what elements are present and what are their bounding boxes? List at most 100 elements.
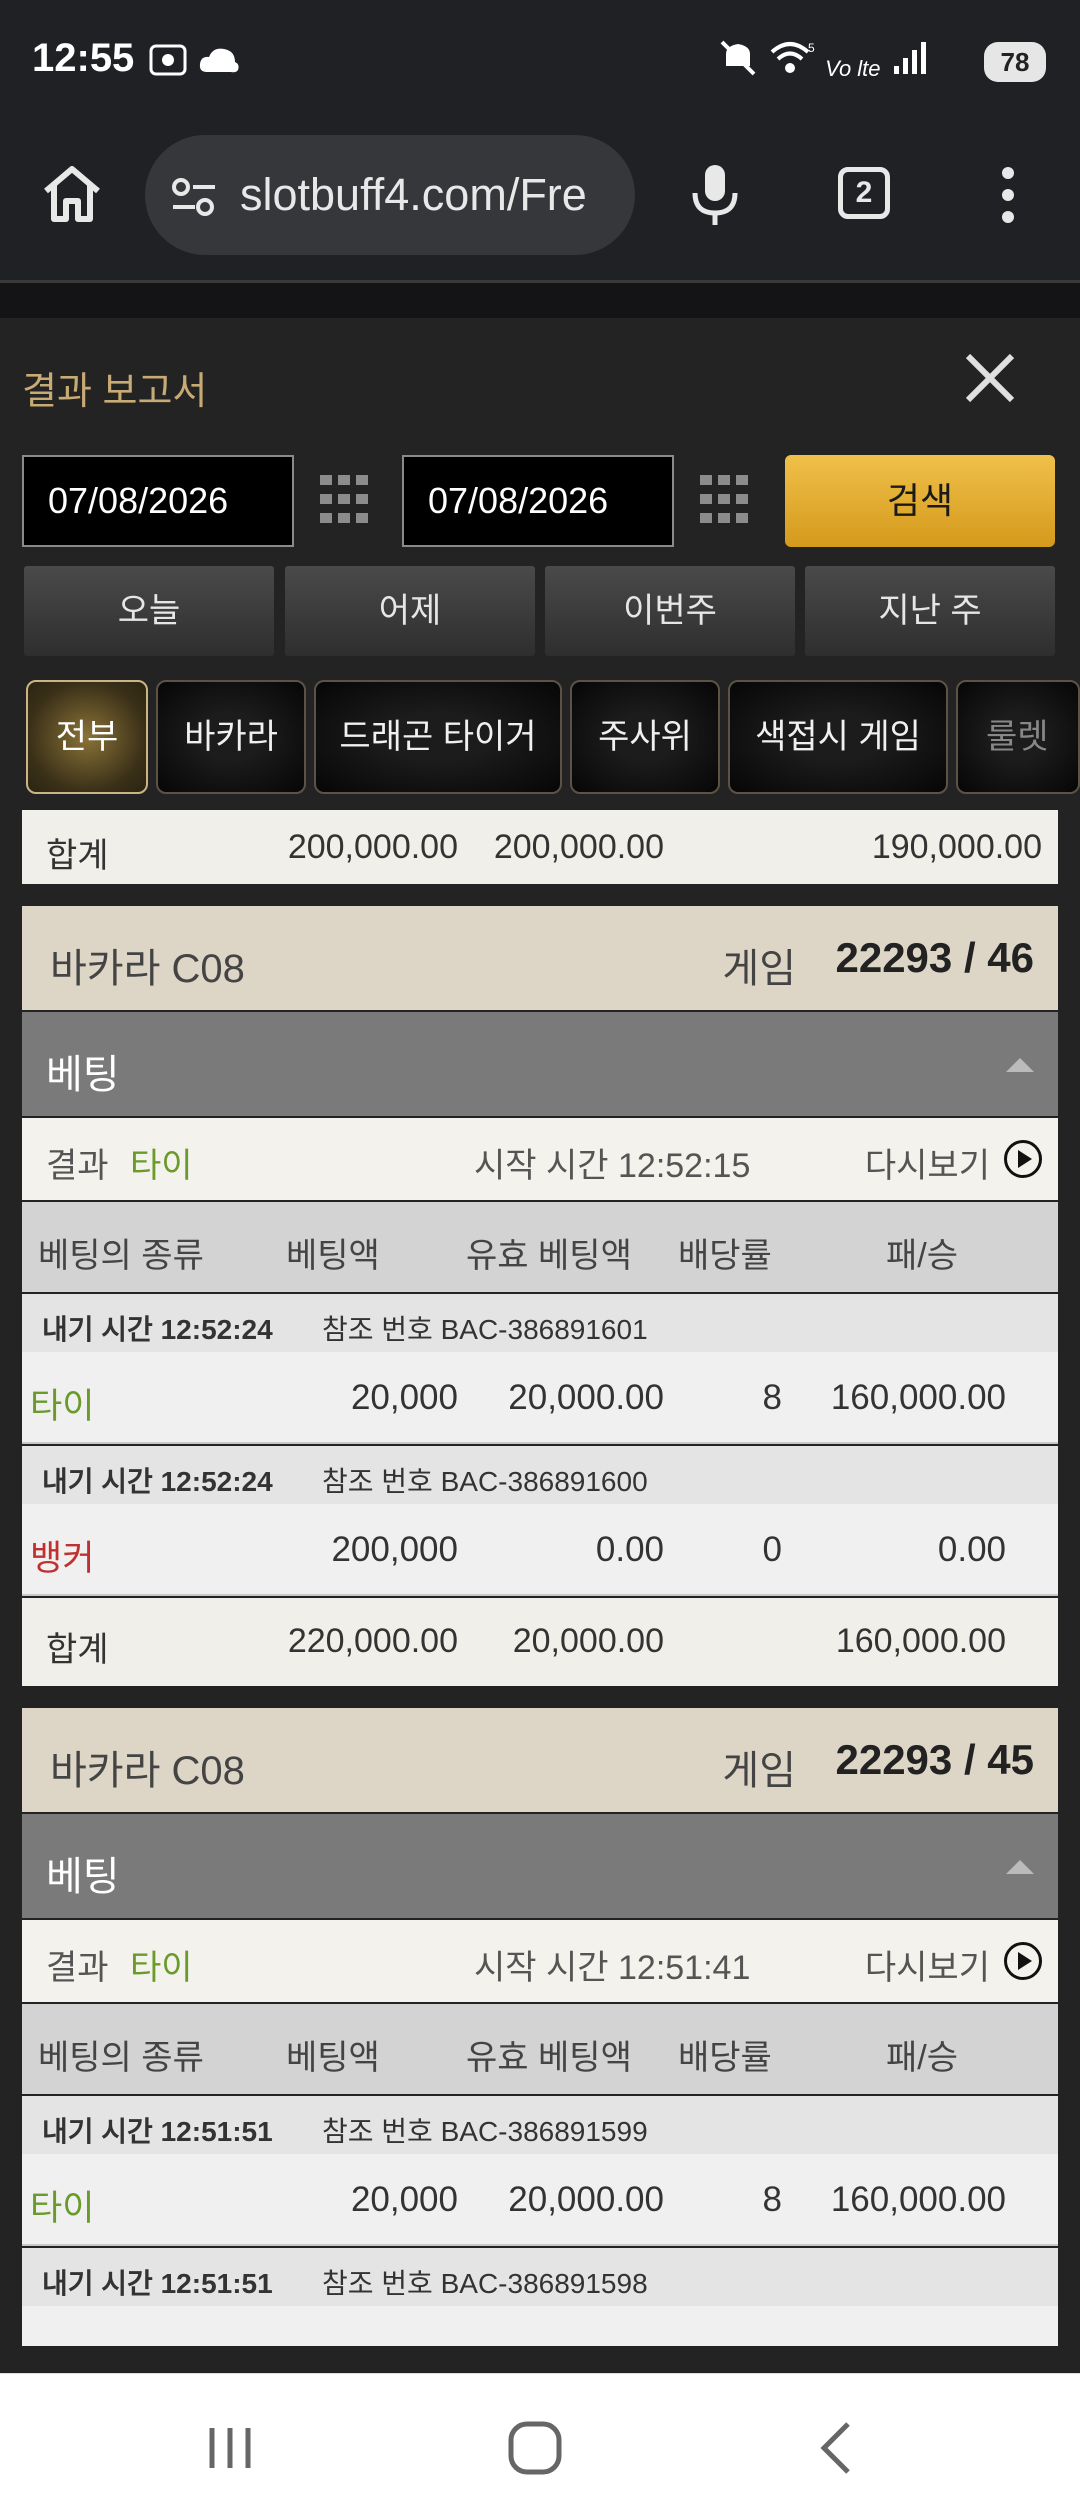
search-button[interactable]: 검색: [785, 455, 1055, 547]
reference-number: 참조 번호 BAC-386891598: [322, 2268, 648, 2299]
odds: 8: [762, 1378, 782, 1417]
bet-type: 타이: [30, 1387, 95, 1426]
bet-time: 내기 시간 12:52:24: [42, 1314, 273, 1345]
microphone-icon: [692, 165, 738, 225]
game-number: 22293 / 45: [835, 1736, 1034, 1783]
collapse-arrow-icon[interactable]: [1006, 1860, 1034, 1874]
total-label: 합계: [46, 837, 109, 875]
betting-section-header[interactable]: 베팅: [22, 1814, 1058, 1918]
android-nav-bar: [0, 2373, 1080, 2520]
category-all-button[interactable]: 전부: [26, 680, 148, 794]
mute-icon: [720, 40, 756, 76]
win-amount: 160,000.00: [830, 2180, 1006, 2219]
status-bar: 12:55 5 Vo lte 78: [0, 0, 1080, 125]
game-header: 바카라 C08 게임 22293 / 45: [22, 1708, 1058, 1812]
total-valid: 20,000.00: [512, 1622, 664, 1660]
menu-button[interactable]: [968, 155, 1048, 235]
bet-time: 내기 시간 12:51:51: [42, 2268, 273, 2299]
win-amount: 0.00: [937, 1530, 1006, 1569]
category-dragon-tiger-button[interactable]: 드래곤 타이거: [314, 680, 562, 794]
site-settings-icon[interactable]: [169, 175, 219, 219]
bet-row: 타이 20,000 20,000.00 8 160,000.00: [22, 1352, 1058, 1444]
back-icon[interactable]: [812, 2418, 862, 2478]
range-yesterday-button[interactable]: 어제: [285, 566, 535, 656]
cloud-icon: [200, 48, 240, 73]
col-bet-amount: 베팅액: [286, 2039, 380, 2077]
result-row: 결과 타이 시작 시간 12:51:41 다시보기: [22, 1920, 1058, 2002]
close-button[interactable]: [960, 348, 1020, 408]
bet-amount: 200,000: [331, 1530, 458, 1569]
total-bet: 220,000.00: [287, 1622, 458, 1660]
result-value: 타이: [130, 1949, 193, 1987]
bet-type: 타이: [30, 2189, 95, 2228]
odds: 0: [762, 1530, 782, 1569]
calendar-icon[interactable]: [698, 473, 750, 525]
more-vert-icon: [1002, 167, 1014, 223]
signal-icon: [894, 42, 926, 74]
result-row: 결과 타이 시작 시간 12:52:15 다시보기: [22, 1118, 1058, 1200]
start-date-input[interactable]: 07/08/2026: [22, 455, 294, 547]
total-payout: 190,000.00: [871, 828, 1042, 866]
reference-number: 참조 번호 BAC-386891599: [322, 2116, 648, 2147]
win-amount: 160,000.00: [830, 1378, 1006, 1417]
category-baccarat-button[interactable]: 바카라: [156, 680, 306, 794]
close-icon: [965, 353, 1015, 403]
clock: 12:55: [32, 36, 135, 80]
recent-apps-icon[interactable]: [200, 2420, 260, 2476]
play-icon[interactable]: [1004, 1942, 1042, 1980]
panel-title: 결과 보고서: [22, 371, 208, 413]
col-valid-bet: 유효 베팅액: [466, 2039, 632, 2077]
range-today-button[interactable]: 오늘: [24, 566, 274, 656]
home-button[interactable]: [32, 155, 112, 235]
page-top-strip: [0, 280, 1080, 318]
screenshot-icon: [149, 44, 187, 76]
valid-bet: 20,000.00: [508, 1378, 664, 1417]
category-roulette-button[interactable]: 룰렛: [956, 680, 1080, 794]
bet-row-partial: [22, 2306, 1058, 2346]
odds: 8: [762, 2180, 782, 2219]
game-name: 바카라 C08: [50, 1749, 245, 1793]
range-last-week-button[interactable]: 지난 주: [805, 566, 1055, 656]
volte-icon: Vo lte: [825, 56, 881, 82]
bet-row: 타이 20,000 20,000.00 8 160,000.00: [22, 2154, 1058, 2246]
game-label: 게임: [722, 1749, 796, 1793]
address-bar[interactable]: slotbuff4.com/Fre: [145, 135, 635, 255]
valid-bet: 20,000.00: [508, 2180, 664, 2219]
bet-time: 내기 시간 12:52:24: [42, 1466, 273, 1497]
result-report-panel: 결과 보고서 07/08/2026 07/08/2026 검색 오늘 어제 이번…: [0, 318, 1080, 2373]
replay-link[interactable]: 다시보기: [865, 1138, 990, 1187]
reference-number: 참조 번호 BAC-386891601: [322, 1314, 648, 1345]
valid-bet: 0.00: [595, 1530, 664, 1569]
total-bet: 200,000.00: [287, 828, 458, 866]
column-header: 베팅의 종류 베팅액 유효 베팅액 배당률 패/승: [22, 2004, 1058, 2094]
tab-switcher-button[interactable]: 2: [838, 167, 890, 219]
calendar-icon[interactable]: [318, 473, 370, 525]
replay-link[interactable]: 다시보기: [865, 1940, 990, 1989]
column-header: 베팅의 종류 베팅액 유효 베팅액 배당률 패/승: [22, 1202, 1058, 1292]
total-row: 합계 200,000.00 200,000.00 190,000.00: [22, 810, 1058, 884]
result-label: 결과: [46, 1949, 109, 1987]
category-dice-button[interactable]: 주사위: [570, 680, 720, 794]
end-date-input[interactable]: 07/08/2026: [402, 455, 674, 547]
home-nav-icon[interactable]: [505, 2418, 565, 2478]
category-color-plate-button[interactable]: 색접시 게임: [728, 680, 948, 794]
total-label: 합계: [46, 1631, 109, 1669]
home-icon: [44, 166, 100, 222]
col-odds: 배당률: [678, 2039, 772, 2077]
game-header: 바카라 C08 게임 22293 / 46: [22, 906, 1058, 1010]
voice-search-button[interactable]: [675, 155, 755, 235]
bet-reference-row: 내기 시간 12:52:24 참조 번호 BAC-386891601: [22, 1294, 1058, 1352]
betting-section-header[interactable]: 베팅: [22, 1012, 1058, 1116]
play-icon[interactable]: [1004, 1140, 1042, 1178]
bet-reference-row: 내기 시간 12:52:24 참조 번호 BAC-386891600: [22, 1446, 1058, 1504]
bet-time: 내기 시간 12:51:51: [42, 2116, 273, 2147]
range-this-week-button[interactable]: 이번주: [545, 566, 795, 656]
collapse-arrow-icon[interactable]: [1006, 1058, 1034, 1072]
col-win-loss: 패/승: [886, 1237, 959, 1275]
start-time: 시작 시간 12:52:15: [474, 1147, 751, 1185]
reference-number: 참조 번호 BAC-386891600: [322, 1466, 648, 1497]
total-valid: 200,000.00: [493, 828, 664, 866]
betting-label: 베팅: [46, 1855, 120, 1899]
svg-text:5: 5: [808, 41, 815, 55]
game-number: 22293 / 46: [835, 934, 1034, 981]
